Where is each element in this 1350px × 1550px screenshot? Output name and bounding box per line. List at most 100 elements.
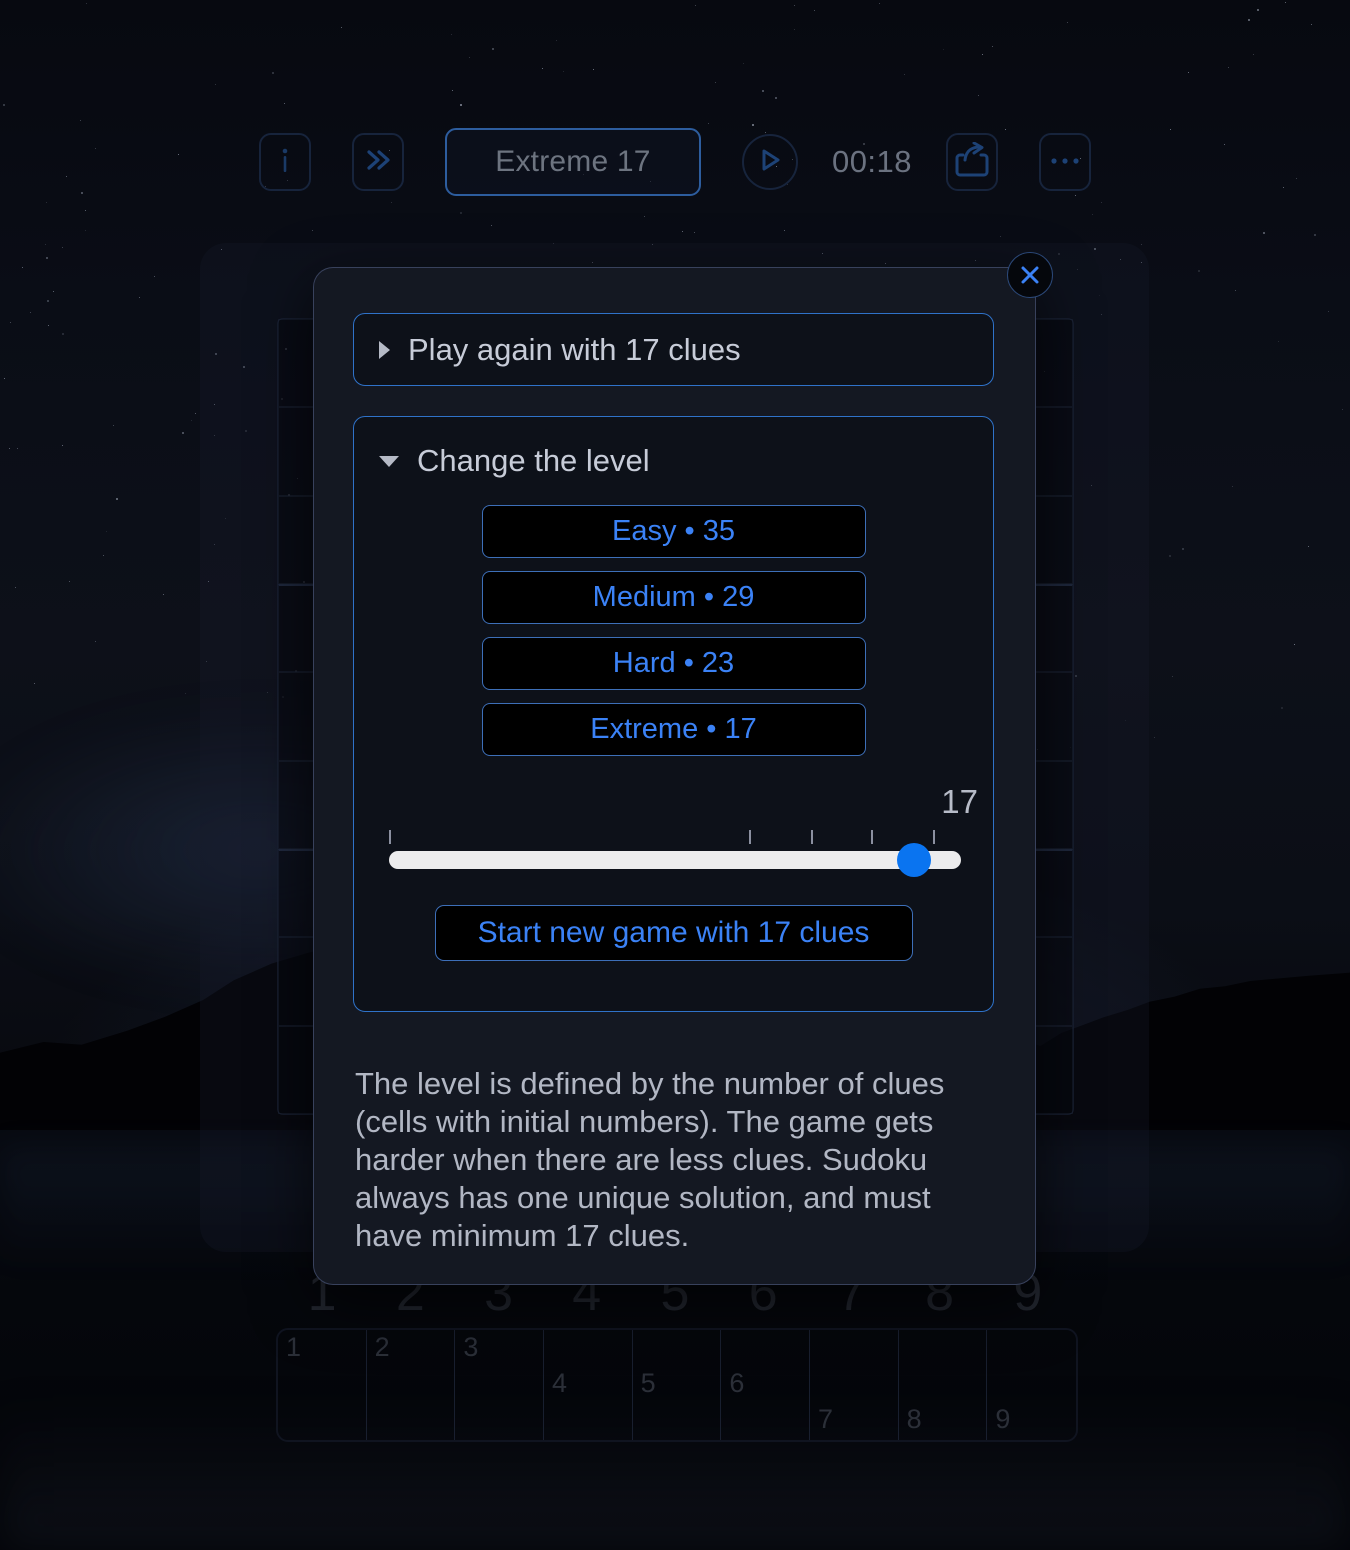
candidate-cell[interactable]: 5: [633, 1330, 722, 1440]
star: [794, 5, 796, 7]
star: [95, 641, 97, 643]
star: [1169, 555, 1172, 558]
star: [814, 10, 816, 12]
level-button-extreme-label: Extreme • 17: [590, 713, 757, 745]
star: [17, 448, 19, 450]
star: [106, 531, 108, 533]
start-new-game-button[interactable]: Start new game with 17 clues: [434, 905, 913, 961]
candidate-cell[interactable]: 6: [721, 1330, 810, 1440]
star: [460, 104, 463, 107]
star: [542, 68, 544, 70]
top-toolbar: Extreme 17 00:18: [0, 126, 1350, 198]
start-new-game-label: Start new game with 17 clues: [477, 916, 870, 949]
candidate-cell[interactable]: 3: [455, 1330, 544, 1440]
level-button-extreme[interactable]: Extreme • 17: [481, 703, 866, 756]
star: [1101, 202, 1103, 204]
change-level-accordion: Change the level Easy • 35 Medium • 29 H…: [353, 416, 994, 1012]
star: [1248, 19, 1251, 22]
candidate-cell[interactable]: 8: [899, 1330, 988, 1440]
candidate-number: 4: [551, 1368, 568, 1398]
share-icon: [955, 141, 989, 183]
play-again-label: Play again with 17 clues: [408, 331, 741, 367]
star: [85, 230, 87, 232]
triangle-right-icon: [379, 340, 390, 359]
candidate-number: 9: [995, 1404, 1011, 1434]
candidate-cell[interactable]: 4: [544, 1330, 633, 1440]
star: [1294, 644, 1296, 646]
star: [4, 378, 6, 380]
star: [1092, 214, 1094, 216]
star: [10, 322, 12, 324]
star: [469, 57, 471, 59]
slider-tick: [933, 830, 935, 844]
triangle-down-icon: [379, 455, 399, 467]
star: [30, 312, 32, 314]
star: [62, 445, 64, 447]
share-button[interactable]: [946, 133, 999, 191]
star: [185, 693, 187, 695]
star: [86, 3, 88, 5]
slider-tick: [811, 830, 813, 844]
star: [644, 216, 646, 218]
candidate-number: 1: [286, 1332, 302, 1362]
clues-slider-thumb[interactable]: [897, 843, 931, 877]
level-settings-dialog: Play again with 17 clues Change the leve…: [313, 252, 1053, 1285]
star: [978, 95, 980, 97]
candidate-cell[interactable]: 1: [278, 1330, 367, 1440]
star: [46, 202, 48, 204]
fast-forward-button[interactable]: [351, 133, 404, 191]
star: [1172, 676, 1174, 678]
candidate-number: 3: [463, 1332, 479, 1362]
level-indicator-label: Extreme 17: [495, 145, 651, 178]
star: [22, 267, 24, 269]
candidate-cell[interactable]: 9: [987, 1330, 1076, 1440]
star: [272, 72, 275, 75]
star: [62, 333, 65, 336]
star: [34, 683, 36, 685]
candidate-cell[interactable]: 7: [810, 1330, 899, 1440]
level-button-medium[interactable]: Medium • 29: [481, 571, 866, 624]
star: [775, 97, 778, 100]
star: [163, 594, 165, 596]
star: [682, 231, 684, 233]
star: [1000, 236, 1002, 238]
star: [1308, 546, 1310, 548]
star: [492, 48, 495, 51]
play-again-accordion[interactable]: Play again with 17 clues: [353, 313, 994, 386]
star: [715, 82, 717, 84]
change-level-header[interactable]: Change the level: [354, 417, 993, 479]
star: [1198, 270, 1201, 273]
star: [1263, 232, 1266, 235]
more-options-button[interactable]: [1039, 133, 1092, 191]
candidate-cell[interactable]: 2: [367, 1330, 456, 1440]
candidate-number: 6: [729, 1368, 745, 1398]
play-pause-button[interactable]: [741, 134, 798, 190]
star: [103, 555, 105, 557]
star: [1285, 2, 1287, 4]
star: [1154, 737, 1156, 739]
star: [85, 210, 87, 212]
star: [1281, 707, 1284, 710]
star: [284, 103, 286, 105]
close-dialog-button[interactable]: [1007, 252, 1053, 298]
star: [460, 212, 463, 215]
star: [80, 120, 82, 122]
clues-slider-track[interactable]: [389, 851, 961, 869]
level-indicator-button[interactable]: Extreme 17: [444, 128, 701, 196]
play-icon: [759, 148, 781, 177]
double-chevron-right-icon: [363, 147, 393, 178]
star: [556, 40, 558, 42]
star: [1328, 311, 1330, 313]
star: [1232, 486, 1234, 488]
level-button-hard[interactable]: Hard • 23: [481, 637, 866, 690]
candidate-row[interactable]: 1 2 3 4 5 6 7 8 9: [276, 1328, 1078, 1442]
star: [1253, 54, 1255, 56]
info-button[interactable]: [258, 133, 311, 191]
star: [1311, 24, 1313, 26]
level-button-easy[interactable]: Easy • 35: [481, 505, 866, 558]
star: [452, 90, 454, 92]
star: [191, 420, 193, 422]
